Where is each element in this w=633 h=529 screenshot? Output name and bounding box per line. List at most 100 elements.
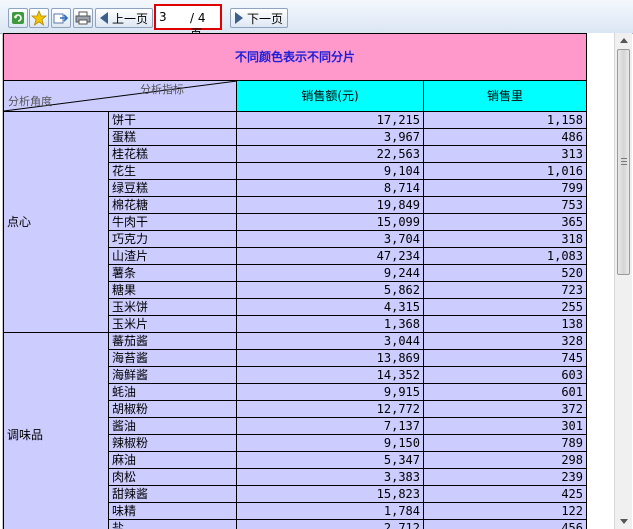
- sales-cell: 4,315: [236, 298, 424, 316]
- sales-cell: 47,234: [236, 247, 424, 265]
- product-cell: 糖果: [108, 281, 237, 299]
- quantity-cell: 425: [423, 485, 587, 503]
- sales-cell: 1,368: [236, 315, 424, 333]
- chevron-down-icon: [619, 519, 628, 524]
- column-header-quantity: 销售里: [423, 80, 587, 112]
- quantity-cell: 372: [423, 400, 587, 418]
- product-cell: 花生: [108, 162, 237, 180]
- product-cell: 味精: [108, 502, 237, 520]
- quantity-cell: 520: [423, 264, 587, 282]
- sales-cell: 3,967: [236, 128, 424, 146]
- corner-header: 分析指标 分析角度: [3, 80, 237, 112]
- scroll-thumb[interactable]: [617, 49, 630, 275]
- quantity-cell: 799: [423, 179, 587, 197]
- product-cell: 绿豆糕: [108, 179, 237, 197]
- favorite-button[interactable]: [29, 8, 49, 28]
- product-cell: 牛肉干: [108, 213, 237, 231]
- product-cell: 蛋糕: [108, 128, 237, 146]
- print-button[interactable]: [73, 8, 93, 28]
- product-cell: 桂花糕: [108, 145, 237, 163]
- sales-cell: 7,137: [236, 417, 424, 435]
- scroll-up-button[interactable]: [616, 33, 631, 48]
- sales-cell: 14,352: [236, 366, 424, 384]
- arrow-right-icon: [235, 12, 243, 24]
- prev-page-label: 上一页: [112, 11, 149, 26]
- quantity-cell: 298: [423, 451, 587, 469]
- product-cell: 玉米饼: [108, 298, 237, 316]
- product-cell: 山渣片: [108, 247, 237, 265]
- quantity-cell: 313: [423, 145, 587, 163]
- product-cell: 巧克力: [108, 230, 237, 248]
- sales-cell: 22,563: [236, 145, 424, 163]
- quantity-cell: 255: [423, 298, 587, 316]
- sales-cell: 3,383: [236, 468, 424, 486]
- printer-icon: [75, 11, 91, 25]
- quantity-cell: 789: [423, 434, 587, 452]
- product-cell: 玉米片: [108, 315, 237, 333]
- product-cell: 棉花糖: [108, 196, 237, 214]
- quantity-cell: 318: [423, 230, 587, 248]
- product-cell: 肉松: [108, 468, 237, 486]
- sales-cell: 13,869: [236, 349, 424, 367]
- product-cell: 蕃茄酱: [108, 332, 237, 350]
- export-icon: [53, 13, 69, 24]
- quantity-cell: 239: [423, 468, 587, 486]
- group-label: 点心: [3, 111, 109, 333]
- quantity-cell: 745: [423, 349, 587, 367]
- sales-cell: 5,347: [236, 451, 424, 469]
- corner-dimension-label: 分析角度: [8, 95, 52, 108]
- corner-metric-label: 分析指标: [140, 83, 184, 96]
- sales-cell: 2,712: [236, 519, 424, 529]
- product-cell: 麻油: [108, 451, 237, 469]
- next-page-label: 下一页: [247, 11, 284, 26]
- table-row: 调味品 蕃茄酱 3,044 328: [3, 332, 587, 529]
- scroll-down-button[interactable]: [616, 514, 631, 529]
- quantity-cell: 486: [423, 128, 587, 146]
- arrow-left-icon: [100, 12, 108, 24]
- sales-cell: 15,823: [236, 485, 424, 503]
- sales-cell: 5,862: [236, 281, 424, 299]
- export-button[interactable]: [51, 8, 71, 28]
- sales-cell: 3,704: [236, 230, 424, 248]
- quantity-cell: 1,158: [423, 111, 587, 129]
- page-indicator: / 4 页: [154, 4, 222, 41]
- product-cell: 海鲜酱: [108, 366, 237, 384]
- sales-cell: 9,104: [236, 162, 424, 180]
- sales-cell: 12,772: [236, 400, 424, 418]
- quantity-cell: 365: [423, 213, 587, 231]
- report-viewport: 不同颜色表示不同分片 分析指标 分析角度 销售额(元) 销售里 点心 饼干 17,2…: [2, 33, 615, 529]
- report-table: 不同颜色表示不同分片 分析指标 分析角度 销售额(元) 销售里 点心 饼干 17,2…: [3, 33, 587, 529]
- sales-cell: 8,714: [236, 179, 424, 197]
- product-cell: 胡椒粉: [108, 400, 237, 418]
- refresh-button[interactable]: [8, 8, 28, 28]
- product-cell: 海苔酱: [108, 349, 237, 367]
- product-cell: 盐: [108, 519, 237, 529]
- chevron-up-icon: [619, 38, 628, 43]
- report-title: 不同颜色表示不同分片: [3, 33, 587, 81]
- group-label: 调味品: [3, 332, 109, 529]
- product-cell: 酱油: [108, 417, 237, 435]
- quantity-cell: 138: [423, 315, 587, 333]
- quantity-cell: 753: [423, 196, 587, 214]
- table-row: 点心 饼干 17,215 1,158: [3, 111, 587, 333]
- sales-cell: 9,915: [236, 383, 424, 401]
- quantity-cell: 723: [423, 281, 587, 299]
- product-cell: 甜辣酱: [108, 485, 237, 503]
- product-cell: 薯条: [108, 264, 237, 282]
- sales-cell: 15,099: [236, 213, 424, 231]
- quantity-cell: 1,083: [423, 247, 587, 265]
- prev-page-button[interactable]: 上一页: [95, 8, 154, 28]
- sales-cell: 9,244: [236, 264, 424, 282]
- sales-cell: 19,849: [236, 196, 424, 214]
- page-number-input[interactable]: [159, 8, 187, 26]
- quantity-cell: 122: [423, 502, 587, 520]
- column-header-sales: 销售额(元): [236, 80, 424, 112]
- refresh-icon: [12, 12, 24, 24]
- product-cell: 蚝油: [108, 383, 237, 401]
- sales-cell: 9,150: [236, 434, 424, 452]
- next-page-button[interactable]: 下一页: [230, 8, 289, 28]
- quantity-cell: 328: [423, 332, 587, 350]
- quantity-cell: 603: [423, 366, 587, 384]
- sales-cell: 3,044: [236, 332, 424, 350]
- vertical-scrollbar[interactable]: [614, 33, 632, 529]
